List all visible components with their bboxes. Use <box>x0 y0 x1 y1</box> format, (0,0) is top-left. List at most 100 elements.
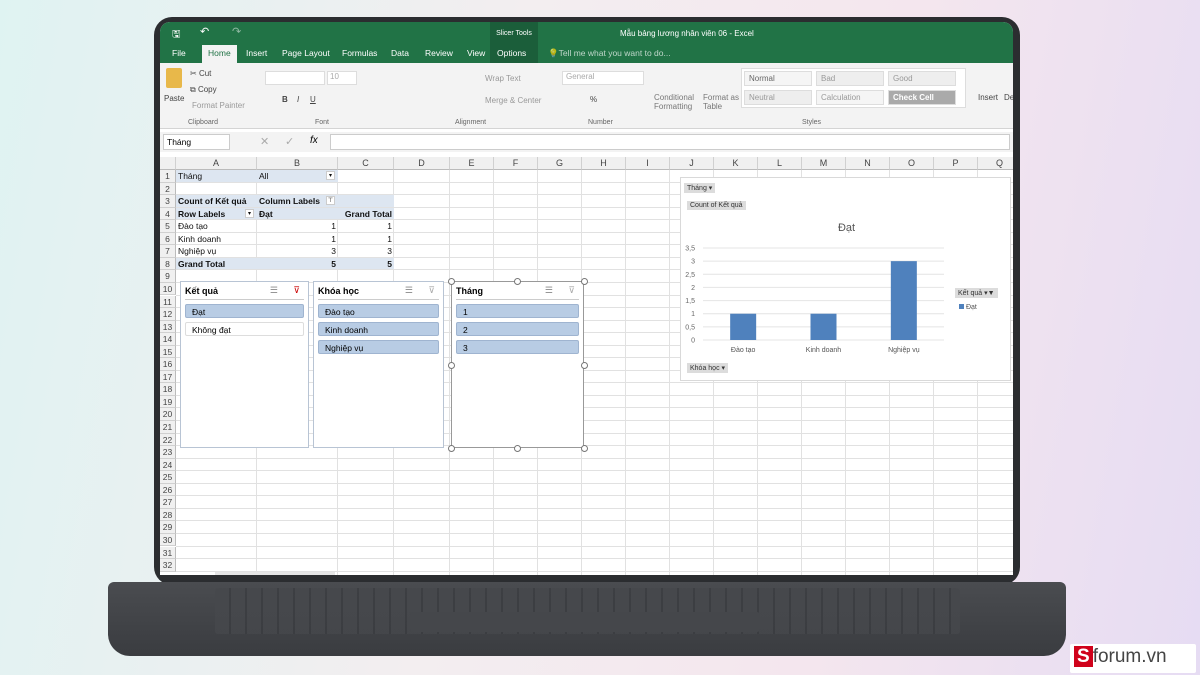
row-header-17[interactable]: 17 <box>160 370 176 384</box>
pivot-row-label[interactable]: Đào tạo <box>178 220 255 232</box>
slicer-item[interactable]: Nghiệp vụ <box>318 339 439 354</box>
tab-view[interactable]: View <box>467 48 485 58</box>
style-normal[interactable]: Normal <box>744 71 812 86</box>
row-header-29[interactable]: 29 <box>160 521 176 534</box>
pivot-total[interactable]: 1 <box>340 220 392 232</box>
multi-select-icon[interactable]: ☰ <box>545 285 553 296</box>
slicer-item[interactable]: 2 <box>456 321 579 336</box>
column-header-k[interactable]: K <box>714 157 758 170</box>
style-check-cell[interactable]: Check Cell <box>888 90 956 105</box>
legend-field-button[interactable]: Kết quả ▾▼ <box>955 288 998 298</box>
undo-icon[interactable]: ↶ <box>200 25 209 38</box>
slicer-item[interactable]: Đào tạo <box>318 303 439 318</box>
conditional-formatting-button[interactable]: Conditional Formatting <box>654 93 700 111</box>
pivot-row-label[interactable]: Nghiệp vụ <box>178 245 255 257</box>
column-header-p[interactable]: P <box>934 157 978 170</box>
percent-button[interactable]: % <box>590 95 597 104</box>
sheet-tabs[interactable] <box>215 572 335 575</box>
row-header-21[interactable]: 21 <box>160 421 176 434</box>
column-header-h[interactable]: H <box>582 157 626 170</box>
row-header-14[interactable]: 14 <box>160 333 176 346</box>
slicer-item[interactable]: Đạt <box>185 303 304 318</box>
clear-filter-icon[interactable]: ⊽ <box>568 285 575 296</box>
tab-formulas[interactable]: Formulas <box>342 48 377 58</box>
style-good[interactable]: Good <box>888 71 956 86</box>
tab-file[interactable]: File <box>172 48 186 58</box>
column-header-d[interactable]: D <box>394 157 450 170</box>
clear-filter-icon[interactable]: ⊽ <box>428 285 435 296</box>
row-header-19[interactable]: 19 <box>160 395 176 409</box>
resize-handle[interactable] <box>448 361 455 369</box>
tab-insert[interactable]: Insert <box>246 48 267 58</box>
pivot-filter-value[interactable]: All <box>259 170 336 182</box>
pivot-row-labels[interactable]: Row Labels <box>178 208 255 220</box>
copy-button[interactable]: ⧉ Copy <box>190 85 217 95</box>
row-header-3[interactable]: 3 <box>160 195 176 208</box>
resize-handle[interactable] <box>514 277 521 285</box>
row-header-4[interactable]: 4 <box>160 207 176 221</box>
cancel-icon[interactable]: ✕ <box>260 135 269 148</box>
row-header-28[interactable]: 28 <box>160 508 176 522</box>
pivot-value[interactable]: 1 <box>259 220 336 232</box>
row-header-12[interactable]: 12 <box>160 308 176 321</box>
column-filter-icon[interactable]: ⊤ <box>326 196 335 206</box>
slicer-item[interactable]: Kinh doanh <box>318 321 439 336</box>
pivot-column-labels[interactable]: Column Labels <box>259 195 336 207</box>
clear-filter-icon[interactable]: ⊽ <box>293 285 300 296</box>
row-header-25[interactable]: 25 <box>160 471 176 484</box>
multi-select-icon[interactable]: ☰ <box>270 285 278 296</box>
column-header-g[interactable]: G <box>538 157 582 170</box>
font-size-box[interactable]: 10 <box>327 71 357 85</box>
pivot-total[interactable]: 3 <box>340 245 392 257</box>
formula-input[interactable] <box>330 134 1010 150</box>
resize-handle[interactable] <box>581 277 588 285</box>
row-header-2[interactable]: 2 <box>160 182 176 196</box>
row-header-10[interactable]: 10 <box>160 282 176 296</box>
row-header-15[interactable]: 15 <box>160 345 176 359</box>
chart-axis-button[interactable]: Khóa học ▾ <box>687 363 729 373</box>
select-all-corner[interactable] <box>160 157 176 170</box>
worksheet-grid[interactable]: A B C D E F G H I J K L M N O P Q 1 2 3 4 5 6 7 8 9 10 11 12 13 14 15 16… <box>160 157 1013 575</box>
resize-handle[interactable] <box>581 444 588 452</box>
pivot-value[interactable]: 1 <box>259 233 336 245</box>
bold-button[interactable]: B <box>282 95 288 104</box>
row-header-7[interactable]: 7 <box>160 245 176 258</box>
column-header-b[interactable]: B <box>257 157 338 170</box>
paste-button[interactable]: Paste <box>164 94 184 103</box>
row-header-11[interactable]: 11 <box>160 295 176 309</box>
multi-select-icon[interactable]: ☰ <box>405 285 413 296</box>
row-labels-dropdown-icon[interactable]: ▾ <box>245 208 254 218</box>
slicer-thang[interactable]: Tháng ☰ ⊽ 1 2 3 <box>448 277 588 452</box>
resize-handle[interactable] <box>581 361 588 369</box>
tab-options[interactable]: Options <box>490 45 538 63</box>
column-header-i[interactable]: I <box>626 157 670 170</box>
redo-icon[interactable]: ↷ <box>232 25 241 38</box>
row-header-16[interactable]: 16 <box>160 358 176 371</box>
slicer-item[interactable]: Không đạt <box>185 321 304 336</box>
enter-icon[interactable]: ✓ <box>285 135 294 148</box>
column-header-c[interactable]: C <box>338 157 394 170</box>
slicer-item[interactable]: 1 <box>456 303 579 318</box>
italic-button[interactable]: I <box>297 95 299 104</box>
font-name-box[interactable] <box>265 71 325 85</box>
column-header-n[interactable]: N <box>846 157 890 170</box>
save-icon[interactable]: 🖫 <box>172 27 181 44</box>
row-header-9[interactable]: 9 <box>160 270 176 283</box>
slicer-khoa-hoc[interactable]: Khóa học ☰ ⊽ Đào tạo Kinh doanh Nghiệp vụ <box>313 280 444 448</box>
pivot-total[interactable]: 1 <box>340 233 392 245</box>
number-format-box[interactable]: General <box>562 71 644 85</box>
row-header-24[interactable]: 24 <box>160 458 176 472</box>
chart-value-button[interactable]: Count of Kết quả <box>687 201 746 210</box>
merge-center-button[interactable]: Merge & Center <box>485 96 541 105</box>
fx-icon[interactable]: fx <box>310 135 318 146</box>
style-neutral[interactable]: Neutral <box>744 90 812 105</box>
cut-button[interactable]: ✂ Cut <box>190 69 211 78</box>
slicer-ket-qua[interactable]: Kết quả ☰ ⊽ Đạt Không đạt <box>180 280 309 448</box>
tab-page-layout[interactable]: Page Layout <box>282 48 330 58</box>
row-header-6[interactable]: 6 <box>160 232 176 246</box>
tell-me-search[interactable]: 💡Tell me what you want to do... <box>548 48 671 59</box>
row-header-5[interactable]: 5 <box>160 220 176 233</box>
format-as-table-button[interactable]: Format as Table <box>703 93 741 111</box>
column-header-m[interactable]: M <box>802 157 846 170</box>
row-header-18[interactable]: 18 <box>160 383 176 396</box>
